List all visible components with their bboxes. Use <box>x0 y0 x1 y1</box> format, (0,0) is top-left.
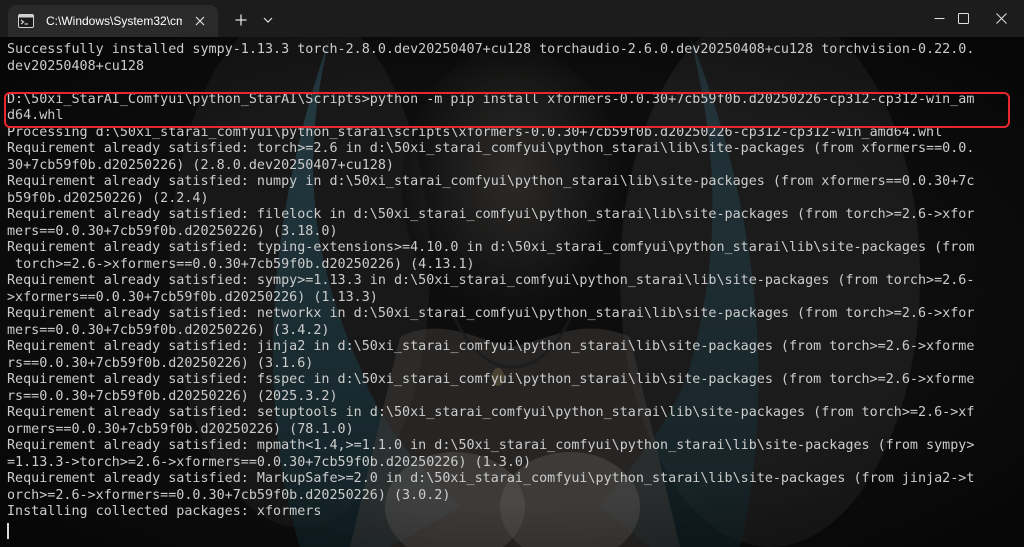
output-line: 30+7cb59f0b.d20250226) (2.8.0.dev2025040… <box>7 157 394 173</box>
output-line: rs==0.0.30+7cb59f0b.d20250226) (2025.3.2… <box>7 388 338 404</box>
maximize-icon <box>957 13 969 24</box>
output-line: ormers==0.0.30+7cb59f0b.d20250226) (78.1… <box>7 421 354 437</box>
new-tab-button[interactable] <box>230 9 252 31</box>
output-line: Requirement already satisfied: MarkupSaf… <box>7 471 975 486</box>
title-bar: C:\Windows\System32\cmd.ex <box>0 0 1024 37</box>
close-icon[interactable] <box>192 13 208 29</box>
plus-icon <box>235 14 247 26</box>
output-line: Requirement already satisfied: numpy in … <box>7 174 975 189</box>
tab-cmd[interactable]: C:\Windows\System32\cmd.ex <box>8 5 218 37</box>
output-line: Requirement already satisfied: sympy>=1.… <box>7 273 975 288</box>
chevron-down-icon <box>263 17 273 23</box>
output-line: Successfully installed sympy-1.13.3 torc… <box>7 42 975 57</box>
output-line: Requirement already satisfied: torch>=2.… <box>7 141 975 156</box>
terminal-window: C:\Windows\System32\cmd.ex <box>0 0 1024 547</box>
output-line: Installing collected packages: xformers <box>7 504 322 519</box>
close-icon <box>995 13 1007 24</box>
text-cursor <box>7 523 9 539</box>
output-line: dev20250408+cu128 <box>7 58 145 74</box>
tab-title: C:\Windows\System32\cmd.ex <box>46 14 182 28</box>
output-line: Requirement already satisfied: jinja2 in… <box>7 339 975 354</box>
close-window-button[interactable] <box>978 0 1024 37</box>
output-line: =1.13.3->torch>=2.6->xformers==0.0.30+7c… <box>7 454 532 470</box>
output-line: Requirement already satisfied: filelock … <box>7 207 975 222</box>
output-line: >xformers==0.0.30+7cb59f0b.d20250226) (1… <box>7 289 378 305</box>
output-line: b59f0b.d20250226) (2.2.4) <box>7 190 209 206</box>
terminal-area[interactable]: Successfully installed sympy-1.13.3 torc… <box>0 37 1024 547</box>
scrollbar[interactable] <box>1014 37 1024 547</box>
output-line: mers==0.0.30+7cb59f0b.d20250226) (3.4.2) <box>7 322 330 338</box>
tab-dropdown-button[interactable] <box>258 9 278 31</box>
output-line: torch>=2.6->xformers==0.0.30+7cb59f0b.d2… <box>7 256 475 272</box>
output-line: mers==0.0.30+7cb59f0b.d20250226) (3.18.0… <box>7 223 338 239</box>
output-line: Requirement already satisfied: typing-ex… <box>7 240 975 255</box>
cmd-terminal-icon <box>18 13 34 29</box>
output-line: rs==0.0.30+7cb59f0b.d20250226) (3.1.6) <box>7 355 314 371</box>
output-line: orch>=2.6->xformers==0.0.30+7cb59f0b.d20… <box>7 487 451 503</box>
output-line: Requirement already satisfied: fsspec in… <box>7 372 975 387</box>
command-highlight-box <box>4 92 1010 128</box>
output-line: Requirement already satisfied: setuptool… <box>7 405 975 420</box>
output-line: Requirement already satisfied: networkx … <box>7 306 975 321</box>
output-line: Requirement already satisfied: mpmath<1.… <box>7 438 975 453</box>
